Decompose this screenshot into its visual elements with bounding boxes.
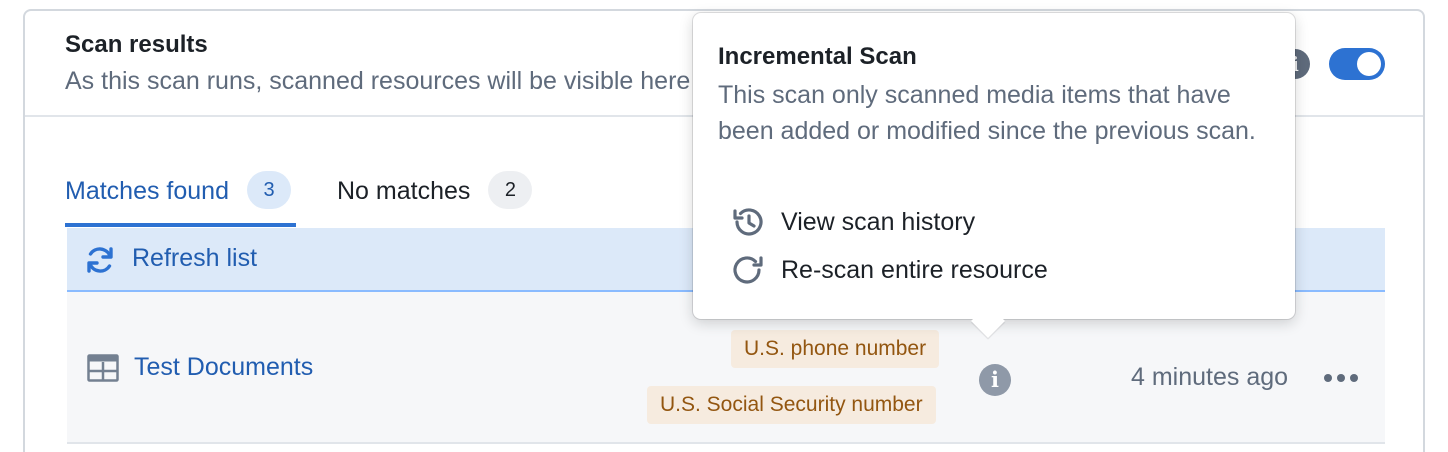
incremental-scan-popover: Incremental Scan This scan only scanned … <box>693 13 1295 338</box>
rescan-entire-resource-item[interactable]: Re-scan entire resource <box>731 250 1048 290</box>
dataset-table-icon <box>87 354 119 382</box>
match-tag: U.S. phone number <box>731 330 940 368</box>
menu-item-label: Re-scan entire resource <box>781 255 1048 284</box>
tab-label: Matches found <box>65 177 229 205</box>
refresh-icon <box>87 247 113 273</box>
match-tag: U.S. Social Security number <box>647 386 936 424</box>
tab-count-badge: 2 <box>488 171 533 209</box>
scan-toggle[interactable] <box>1329 48 1385 80</box>
tab-no-matches[interactable]: No matches 2 <box>337 171 533 227</box>
card-title: Scan results <box>65 31 208 58</box>
tab-label: No matches <box>337 177 471 205</box>
history-icon <box>733 208 763 236</box>
view-scan-history-item[interactable]: View scan history <box>731 202 975 242</box>
popover-title: Incremental Scan <box>718 43 917 70</box>
rescan-icon <box>733 256 763 284</box>
active-tab-indicator <box>65 223 296 227</box>
row-timestamp: 4 minutes ago <box>1131 363 1289 391</box>
card-subtitle: As this scan runs, scanned resources wil… <box>65 67 691 95</box>
refresh-label: Refresh list <box>132 244 258 272</box>
info-icon[interactable]: i <box>979 364 1011 396</box>
tab-matches-found[interactable]: Matches found 3 <box>65 171 296 227</box>
popover-description: This scan only scanned media items that … <box>718 81 1256 145</box>
toggle-knob <box>1357 52 1381 76</box>
tab-count-badge: 3 <box>247 171 291 209</box>
more-options-icon[interactable] <box>1321 364 1361 392</box>
menu-item-label: View scan history <box>781 207 976 236</box>
resource-link[interactable]: Test Documents <box>134 353 313 382</box>
